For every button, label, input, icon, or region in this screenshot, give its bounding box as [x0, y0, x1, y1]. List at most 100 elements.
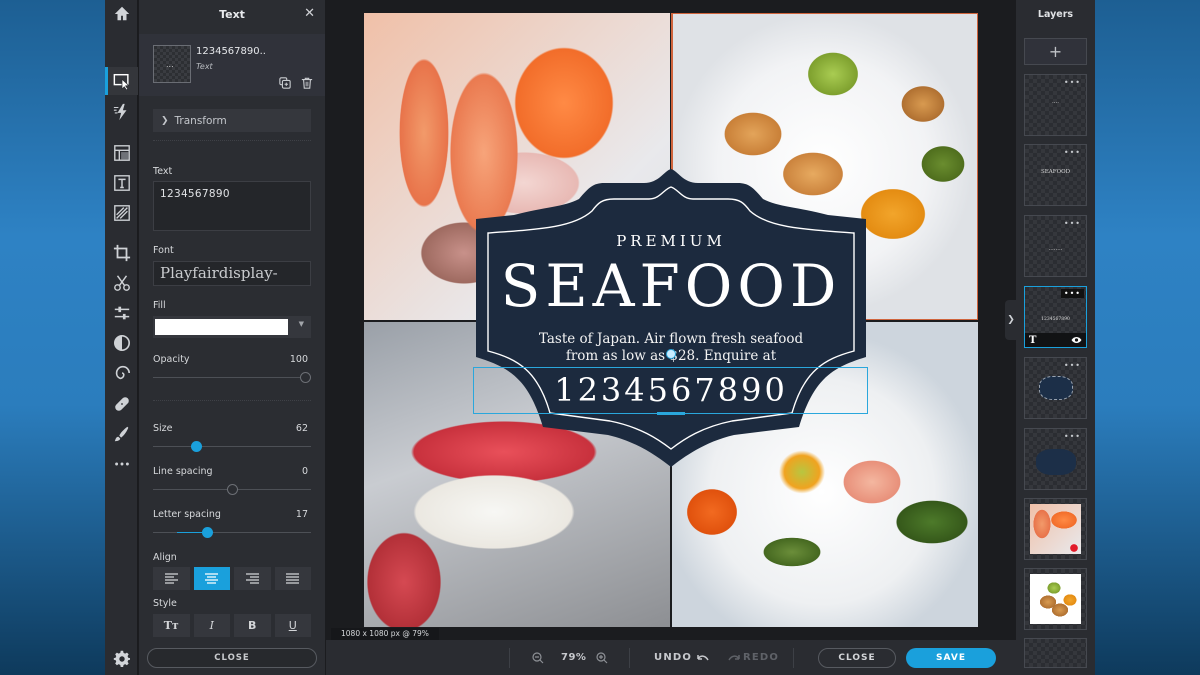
layer-item-selected[interactable]: ••• 1234567890 T [1024, 286, 1087, 348]
resize-handle-bottom[interactable] [657, 412, 685, 415]
layer-preview: ........ [1048, 246, 1063, 252]
opacity-slider-knob[interactable] [300, 372, 311, 383]
duplicate-icon [279, 77, 291, 89]
zoom-in-icon [596, 651, 608, 663]
adjust-tool[interactable] [105, 299, 138, 327]
size-slider[interactable] [153, 441, 311, 453]
layer-item[interactable] [1024, 498, 1087, 560]
layer-item[interactable]: ••• [1024, 428, 1087, 490]
layer-options-icon[interactable]: ••• [1064, 148, 1081, 157]
layer-preview: .... [1052, 99, 1059, 105]
fill-swatch[interactable] [155, 319, 288, 335]
layer-item[interactable]: ••• [1024, 357, 1087, 419]
undo-button[interactable]: UNDO [654, 640, 710, 675]
select-tool[interactable] [105, 67, 138, 95]
canvas-area: PREMIUM SEAFOOD Taste of Japan. Air flow… [326, 0, 1016, 640]
align-center-button[interactable] [193, 567, 230, 590]
layer-item[interactable] [1024, 568, 1087, 630]
size-slider-knob[interactable] [191, 441, 202, 452]
cutout-tool[interactable] [105, 269, 138, 297]
align-right-icon [245, 573, 259, 584]
heal-tool[interactable] [105, 390, 138, 418]
lightning-icon [113, 103, 126, 121]
duplicate-layer-button[interactable] [279, 74, 291, 93]
tagline-line-1: Taste of Japan. Air flown fresh seafood [538, 331, 804, 347]
zoom-out-button[interactable] [532, 640, 544, 675]
save-button[interactable]: SAVE [906, 648, 996, 668]
bold-button[interactable]: B [234, 614, 271, 637]
layer-options-icon[interactable]: ••• [1064, 361, 1081, 370]
font-label: Font [153, 245, 174, 256]
crop-icon [113, 244, 130, 262]
italic-button[interactable]: I [193, 614, 230, 637]
effects-tool[interactable] [105, 98, 138, 126]
home-icon [114, 6, 129, 21]
caret-down-icon[interactable]: ▼ [299, 320, 304, 328]
align-left-button[interactable] [153, 567, 190, 590]
crop-tool[interactable] [105, 239, 138, 267]
text-input[interactable]: 1234567890 [153, 181, 311, 231]
layer-options-icon[interactable]: ••• [1064, 78, 1081, 87]
home-button[interactable] [105, 0, 138, 28]
opacity-value: 100 [289, 354, 308, 365]
tagline[interactable]: Taste of Japan. Air flown fresh seafood … [364, 331, 978, 365]
filter-tool[interactable] [105, 329, 138, 357]
transform-label: Transform [174, 114, 227, 127]
seafood-heading[interactable]: SEAFOOD [364, 253, 978, 319]
pattern-tool[interactable] [105, 199, 138, 227]
trash-icon [301, 77, 313, 89]
more-tools-button[interactable] [105, 450, 138, 478]
text-case-button[interactable]: Tт [153, 614, 190, 637]
close-panel-icon[interactable]: ✕ [304, 6, 315, 21]
line-spacing-label: Line spacing [153, 466, 213, 477]
align-label: Align [153, 552, 177, 563]
layer-options-icon[interactable]: ••• [1064, 432, 1081, 441]
close-button[interactable]: CLOSE [818, 648, 896, 668]
delete-layer-button[interactable] [301, 74, 313, 93]
underline-button[interactable]: U [274, 614, 311, 637]
fill-color-picker[interactable]: ▼ [153, 316, 311, 338]
undo-icon [697, 654, 709, 660]
letter-spacing-slider-knob[interactable] [202, 527, 213, 538]
text-tool[interactable] [105, 169, 138, 197]
align-justify-button[interactable] [274, 567, 311, 590]
zoom-level[interactable]: 79% [561, 640, 586, 675]
letter-spacing-slider[interactable] [153, 527, 311, 539]
layer-item[interactable]: ••• .... [1024, 74, 1087, 136]
layer-options-icon[interactable]: ••• [1064, 219, 1081, 228]
line-spacing-slider-knob[interactable] [227, 484, 238, 495]
select-cursor-icon [113, 73, 130, 90]
premium-heading[interactable]: PREMIUM [364, 232, 978, 250]
eye-icon[interactable] [1071, 336, 1082, 344]
opacity-slider[interactable] [153, 372, 311, 384]
selection-box[interactable] [473, 367, 868, 415]
redo-button[interactable]: REDO [727, 640, 779, 675]
align-button-group [153, 567, 311, 590]
layer-options-icon[interactable]: ••• [1060, 289, 1084, 298]
font-selector[interactable]: Playfairdisplay- [153, 261, 311, 286]
divider [629, 648, 630, 668]
zoom-in-button[interactable] [596, 640, 608, 675]
zoom-out-icon [532, 651, 544, 663]
align-right-button[interactable] [234, 567, 271, 590]
brush-tool[interactable] [105, 420, 138, 448]
layer-item[interactable] [1024, 638, 1087, 668]
style-label: Style [153, 598, 177, 609]
artboard[interactable]: PREMIUM SEAFOOD Taste of Japan. Air flow… [364, 13, 978, 627]
layer-thumbnail [153, 45, 191, 83]
settings-button[interactable] [105, 645, 138, 673]
selected-layer-card: 1234567890.. Text [139, 34, 325, 96]
liquify-tool[interactable] [105, 359, 138, 387]
layout-tool[interactable] [105, 139, 138, 167]
layer-item[interactable]: ••• ........ [1024, 215, 1087, 277]
panel-close-button[interactable]: CLOSE [147, 648, 317, 668]
line-spacing-slider[interactable] [153, 484, 311, 496]
layer-item[interactable]: ••• SEAFOOD [1024, 144, 1087, 206]
gear-icon [113, 650, 130, 668]
text-icon [113, 175, 130, 191]
transform-toggle[interactable]: ❯ Transform [153, 109, 311, 132]
add-layer-button[interactable]: + [1024, 38, 1087, 65]
divider [153, 400, 311, 403]
rotate-handle[interactable] [666, 349, 676, 359]
contrast-icon [113, 334, 130, 352]
